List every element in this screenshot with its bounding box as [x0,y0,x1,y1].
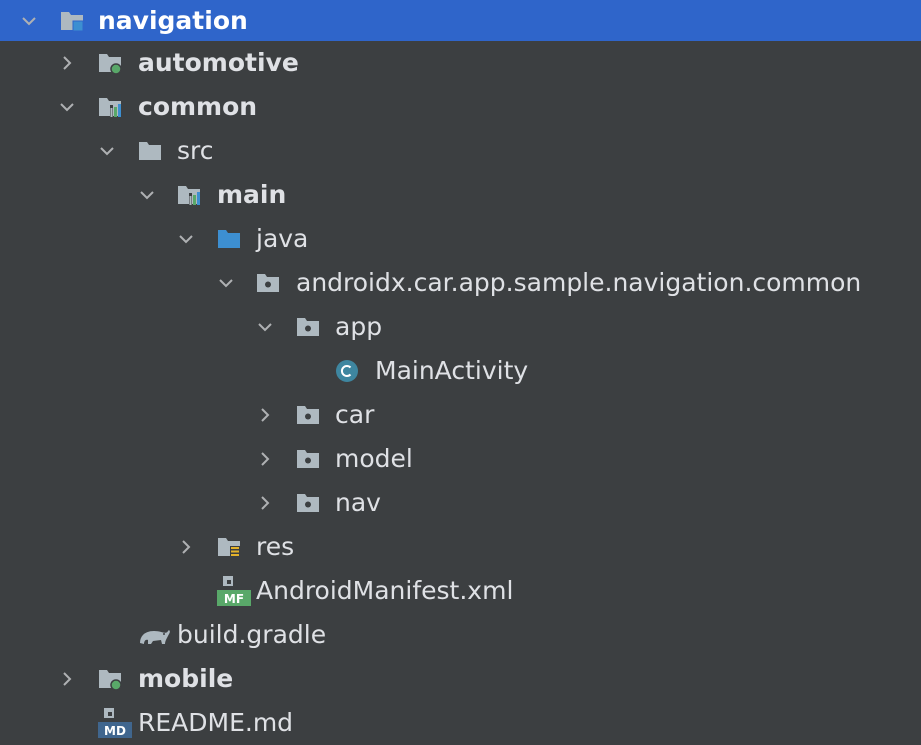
tree-node-label: res [256,532,295,561]
tree-node-common[interactable]: common [0,86,921,130]
source-root-folder-icon [217,227,241,251]
tree-node-label: app [335,312,383,341]
tree-node-car[interactable]: car [0,394,921,438]
chevron-right-icon[interactable] [256,450,274,468]
tree-node-label: MainActivity [375,356,529,385]
chevron-right-icon[interactable] [177,538,195,556]
svg-text:MF: MF [224,592,244,606]
tree-node-model[interactable]: model [0,438,921,482]
package-icon [256,271,280,295]
markdown-file-icon: MD [98,706,132,740]
chevron-right-icon[interactable] [58,670,76,688]
package-icon [296,491,320,515]
tree-node-main[interactable]: main [0,174,921,218]
tree-node-mobile[interactable]: mobile [0,658,921,702]
gradle-icon [138,623,172,647]
tree-node-label: main [217,180,287,209]
chevron-down-icon[interactable] [138,186,156,204]
tree-node-label: build.gradle [177,620,327,649]
chevron-down-icon[interactable] [256,318,274,336]
tree-node-label: navigation [98,6,248,35]
class-icon [335,359,359,383]
tree-node-label: model [335,444,413,473]
app-module-folder-icon [98,667,122,691]
module-folder-icon [60,9,84,33]
tree-node-build-gradle[interactable]: build.gradle [0,614,921,658]
tree-node-automotive[interactable]: automotive [0,42,921,86]
tree-node-label: README.md [138,708,294,737]
chevron-down-icon[interactable] [177,230,195,248]
tree-node-label: car [335,400,375,429]
chevron-right-icon[interactable] [256,494,274,512]
tree-node-label: nav [335,488,381,517]
tree-node-readme[interactable]: MD README.md [0,702,921,745]
tree-node-src[interactable]: src [0,130,921,174]
tree-node-nav[interactable]: nav [0,482,921,526]
folder-icon [138,139,162,163]
chevron-down-icon[interactable] [58,98,76,116]
tree-node-label: mobile [138,664,234,693]
chevron-down-icon[interactable] [217,274,235,292]
tree-node-res[interactable]: res [0,526,921,570]
project-tree: navigation automotive common src main ja… [0,0,921,745]
chevron-right-icon[interactable] [256,406,274,424]
tree-node-navigation[interactable]: navigation [0,0,921,41]
package-icon [296,315,320,339]
tree-node-mainactivity[interactable]: MainActivity [0,350,921,394]
tree-node-label: java [256,224,309,253]
tree-node-androidmanifest[interactable]: MF AndroidManifest.xml [0,570,921,614]
resources-folder-icon [217,535,241,559]
library-module-folder-icon [98,95,122,119]
app-module-folder-icon [98,51,122,75]
package-icon [296,447,320,471]
tree-node-app[interactable]: app [0,306,921,350]
source-set-folder-icon [177,183,201,207]
tree-node-label: androidx.car.app.sample.navigation.commo… [296,268,862,297]
package-icon [296,403,320,427]
chevron-right-icon[interactable] [58,54,76,72]
chevron-down-icon[interactable] [98,142,116,160]
tree-node-package-common[interactable]: androidx.car.app.sample.navigation.commo… [0,262,921,306]
tree-node-label: src [177,136,214,165]
manifest-file-icon: MF [217,574,251,608]
svg-text:MD: MD [104,724,126,738]
chevron-down-icon[interactable] [20,12,38,30]
tree-node-label: common [138,92,258,121]
tree-node-label: automotive [138,48,299,77]
tree-node-label: AndroidManifest.xml [256,576,514,605]
tree-node-java[interactable]: java [0,218,921,262]
